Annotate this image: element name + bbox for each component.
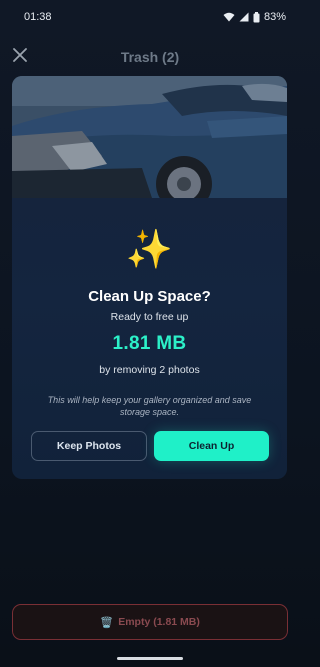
signal-icon xyxy=(239,12,249,22)
dialog-subtitle: Ready to free up xyxy=(110,311,189,323)
status-time: 01:38 xyxy=(24,11,52,23)
battery-icon xyxy=(253,11,260,23)
trash-icon: 🗑️ xyxy=(100,616,114,629)
status-bar: 01:38 83% xyxy=(0,0,300,34)
clean-up-button[interactable]: Clean Up xyxy=(154,431,269,461)
sparkles-icon: ✨ xyxy=(125,229,174,271)
empty-trash-button[interactable]: 🗑️ Empty (1.81 MB) xyxy=(12,604,288,640)
size-value: 1.81 MB xyxy=(112,333,187,354)
keep-photos-button[interactable]: Keep Photos xyxy=(31,431,147,461)
photo-preview xyxy=(12,76,287,198)
cleanup-dialog: ✨ Clean Up Space? Ready to free up 1.81 … xyxy=(12,76,287,479)
top-bar: Trash (2) xyxy=(0,40,300,74)
close-button[interactable] xyxy=(8,44,32,70)
page-title: Trash (2) xyxy=(120,49,180,65)
removing-text: by removing 2 photos xyxy=(99,364,200,376)
home-indicator[interactable] xyxy=(117,657,183,660)
dialog-note: This will help keep your gallery organiz… xyxy=(47,395,252,417)
wifi-icon xyxy=(223,12,235,22)
dialog-title: Clean Up Space? xyxy=(88,288,211,305)
battery-percent: 83% xyxy=(263,11,286,23)
close-icon xyxy=(13,47,27,67)
empty-trash-label: Empty (1.81 MB) xyxy=(118,616,200,628)
status-icons: 83% xyxy=(223,11,286,23)
